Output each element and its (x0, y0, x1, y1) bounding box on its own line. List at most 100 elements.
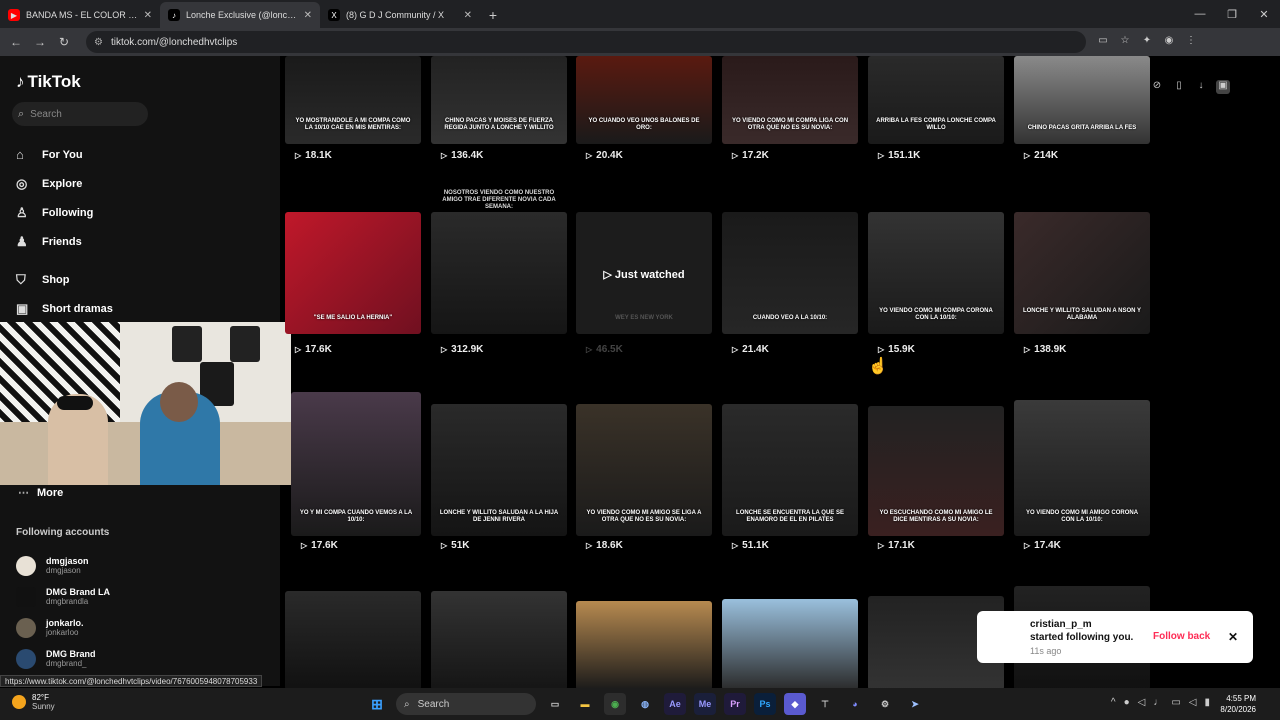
video-thumbnail[interactable]: YO ESCUCHANDO COMO MI AMIGO LE DICE MENT… (868, 406, 1004, 536)
app-icon[interactable]: ⚙ (874, 693, 896, 715)
video-thumbnail[interactable]: LONCHE Y WILLITO SALUDAN A LA HIJA DE JE… (431, 404, 567, 536)
search-input[interactable]: ⌕ Search (12, 102, 148, 126)
cast-icon[interactable]: ▭ (1096, 35, 1110, 49)
video-thumbnail[interactable]: ▷ Just watched WEY ES NEW YORK (576, 212, 712, 334)
premiere-icon[interactable]: Pr (724, 693, 746, 715)
video-grid: YO MOSTRANDOLE A MI COMPA COMO LA 10/10 … (285, 56, 1155, 690)
reload-icon[interactable]: ↻ (52, 35, 76, 49)
forward-icon[interactable]: → (28, 35, 52, 49)
view-count: ▷ 51K (441, 540, 470, 551)
app-icon[interactable]: ◆ (784, 693, 806, 715)
video-thumbnail[interactable]: CHINO PACAS GRITA ARRIBA LA FES (1014, 56, 1150, 144)
device-icon[interactable]: ▯ (1172, 80, 1186, 94)
speaker-icon[interactable]: ◁ (1189, 697, 1197, 708)
video-thumbnail[interactable]: LONCHE SE ENCUENTRA LA QUE SE ENAMORO DE… (722, 404, 858, 536)
view-count: ▷ 17.6K (301, 540, 338, 551)
video-thumbnail[interactable]: LONCHE Y WILLITO SALUDAN A NSON Y ALABAM… (1014, 212, 1150, 334)
download-icon[interactable]: ↓ (1194, 80, 1208, 94)
video-thumbnail[interactable]: YO VIENDO COMO MI COMPA CORONA CON LA 10… (868, 212, 1004, 334)
extensions-icon[interactable]: ✦ (1140, 35, 1154, 49)
video-thumbnail[interactable]: "SE ME SALIO LA HERNIA" (285, 212, 421, 334)
account-item[interactable]: DMG Brand dmgbrand_ (16, 643, 110, 674)
account-item[interactable]: jonkarlo. jonkarloo (16, 612, 110, 643)
follow-back-button[interactable]: Follow back (1153, 631, 1210, 642)
video-thumbnail[interactable]: YO VIENDO COMO MI AMIGO SE LIGA A OTRA Q… (576, 404, 712, 536)
compass-tool-icon[interactable]: ⊘ (1150, 80, 1164, 94)
notification-time: 11s ago (1030, 646, 1062, 656)
microphone-icon[interactable]: ♩ (1153, 697, 1163, 708)
sidebar-item-friends[interactable]: ♟ Friends (16, 227, 113, 256)
taskbar: 82°F Sunny ⊞ ⌕ Search ▭ ▬ ◉ ◍ Ae Me Pr Ps … (0, 688, 1280, 720)
video-thumbnail[interactable]: YO VIENDO COMO MI COMPA LIGA CON OTRA QU… (722, 56, 858, 144)
discord-icon[interactable]: ◕ (844, 693, 866, 715)
app-circle-icon[interactable]: ◍ (634, 693, 656, 715)
video-thumbnail[interactable]: YO MOSTRANDOLE A MI COMPA COMO LA 10/10 … (285, 56, 421, 144)
video-thumbnail[interactable]: ARRIBA LA FES COMPA LONCHE COMPA WILLO (868, 56, 1004, 144)
video-thumbnail[interactable]: CHINO PACAS Y MOISES DE FUERZA REGIDA JU… (431, 56, 567, 144)
chrome-icon[interactable]: ◉ (604, 693, 626, 715)
following-accounts-list: dmgjason dmgjason DMG Brand LA dmgbrandla … (16, 550, 110, 674)
back-icon[interactable]: ← (4, 35, 28, 49)
clock[interactable]: 4:55 PM 8/20/2026 (1220, 693, 1256, 715)
account-item[interactable]: DMG Brand LA dmgbrandla (16, 581, 110, 612)
just-watched-label: ▷ Just watched (603, 269, 685, 281)
play-icon: ▷ (732, 541, 739, 550)
new-tab-button[interactable]: + (480, 2, 506, 28)
app-icon[interactable]: ⊤ (814, 693, 836, 715)
close-icon[interactable]: ✕ (304, 10, 312, 21)
tray-app-icon[interactable]: ● (1124, 697, 1130, 708)
video-thumbnail[interactable]: YO VIENDO COMO MI AMIGO CORONA CON LA 10… (1014, 400, 1150, 536)
system-tray: ^ ● ◁ ♩ ▭ ◁ ▮ (1111, 697, 1210, 708)
video-thumbnail[interactable]: YO CUANDO VEO UNOS BALONES DE ORO: (576, 56, 712, 144)
profile-icon[interactable]: ◉ (1162, 35, 1176, 49)
maximize-icon[interactable]: ❐ (1216, 0, 1248, 28)
sidebar-item-explore[interactable]: ◎ Explore (16, 169, 113, 198)
play-icon: ▷ (586, 541, 593, 550)
video-thumbnail[interactable] (431, 591, 567, 690)
sidebar-item-following[interactable]: ♙ Following (16, 198, 113, 227)
sidebar-item-shop[interactable]: ⛉ Shop (16, 265, 113, 294)
close-icon[interactable]: ✕ (464, 10, 472, 21)
video-thumbnail[interactable]: YO Y MI COMPA CUANDO VEMOS A LA 10/10: (291, 392, 421, 536)
view-count: ▷ 20.4K (586, 150, 623, 161)
weather-widget[interactable]: 82°F Sunny (12, 693, 55, 711)
video-thumbnail[interactable]: NOSOTROS VIENDO COMO NUESTRO AMIGO TRAE … (431, 190, 567, 334)
video-thumbnail[interactable] (285, 591, 421, 690)
volume-icon[interactable]: ◁ (1138, 697, 1146, 708)
play-icon: ▷ (586, 151, 593, 160)
tab-banda-ms[interactable]: ▶ BANDA MS - EL COLOR DE TUS ✕ (0, 2, 160, 28)
windows-start-icon[interactable]: ⊞ (366, 693, 388, 715)
close-window-icon[interactable]: ✕ (1248, 0, 1280, 28)
task-view-icon[interactable]: ▭ (544, 693, 566, 715)
photoshop-icon[interactable]: Ps (754, 693, 776, 715)
folder-icon[interactable]: ▬ (574, 693, 596, 715)
sidebar-item-short-dramas[interactable]: ▣ Short dramas (16, 294, 113, 323)
close-icon[interactable]: ✕ (1228, 630, 1238, 644)
after-effects-icon[interactable]: Ae (664, 693, 686, 715)
app-icon[interactable]: ▣ (1216, 80, 1230, 94)
media-encoder-icon[interactable]: Me (694, 693, 716, 715)
steam-icon[interactable]: ➤ (904, 693, 926, 715)
video-thumbnail[interactable] (722, 599, 858, 690)
video-thumbnail[interactable]: CUANDO VEO A LA 10/10: (722, 212, 858, 334)
tab-x[interactable]: X (8) G D J Community / X ✕ (320, 2, 480, 28)
sun-icon (12, 695, 26, 709)
sidebar-item-for-you[interactable]: ⌂ For You (16, 140, 113, 169)
tiktok-logo[interactable]: ♪ TikTok (16, 72, 81, 92)
battery-icon[interactable]: ▮ (1204, 697, 1210, 708)
tab-lonche[interactable]: ♪ Lonche Exclusive (@lonchedhvtclips) ✕ (160, 2, 320, 28)
video-thumbnail[interactable] (576, 601, 712, 690)
site-info-icon[interactable]: ⚙ (94, 37, 103, 48)
minimize-icon[interactable]: — (1184, 0, 1216, 28)
account-item[interactable]: dmgjason dmgjason (16, 550, 110, 581)
menu-icon[interactable]: ⋮ (1184, 35, 1198, 49)
address-bar[interactable]: ⚙ tiktok.com/@lonchedhvtclips (86, 31, 1086, 53)
sidebar-item-more[interactable]: ⋯ More (18, 486, 63, 499)
chevron-up-icon[interactable]: ^ (1111, 697, 1116, 708)
play-icon: ▷ (732, 345, 739, 354)
network-icon[interactable]: ▭ (1171, 697, 1180, 708)
view-count: ▷ 136.4K (441, 150, 484, 161)
bookmark-star-icon[interactable]: ☆ (1118, 35, 1132, 49)
taskbar-search[interactable]: ⌕ Search (396, 693, 536, 715)
close-icon[interactable]: ✕ (144, 10, 152, 21)
